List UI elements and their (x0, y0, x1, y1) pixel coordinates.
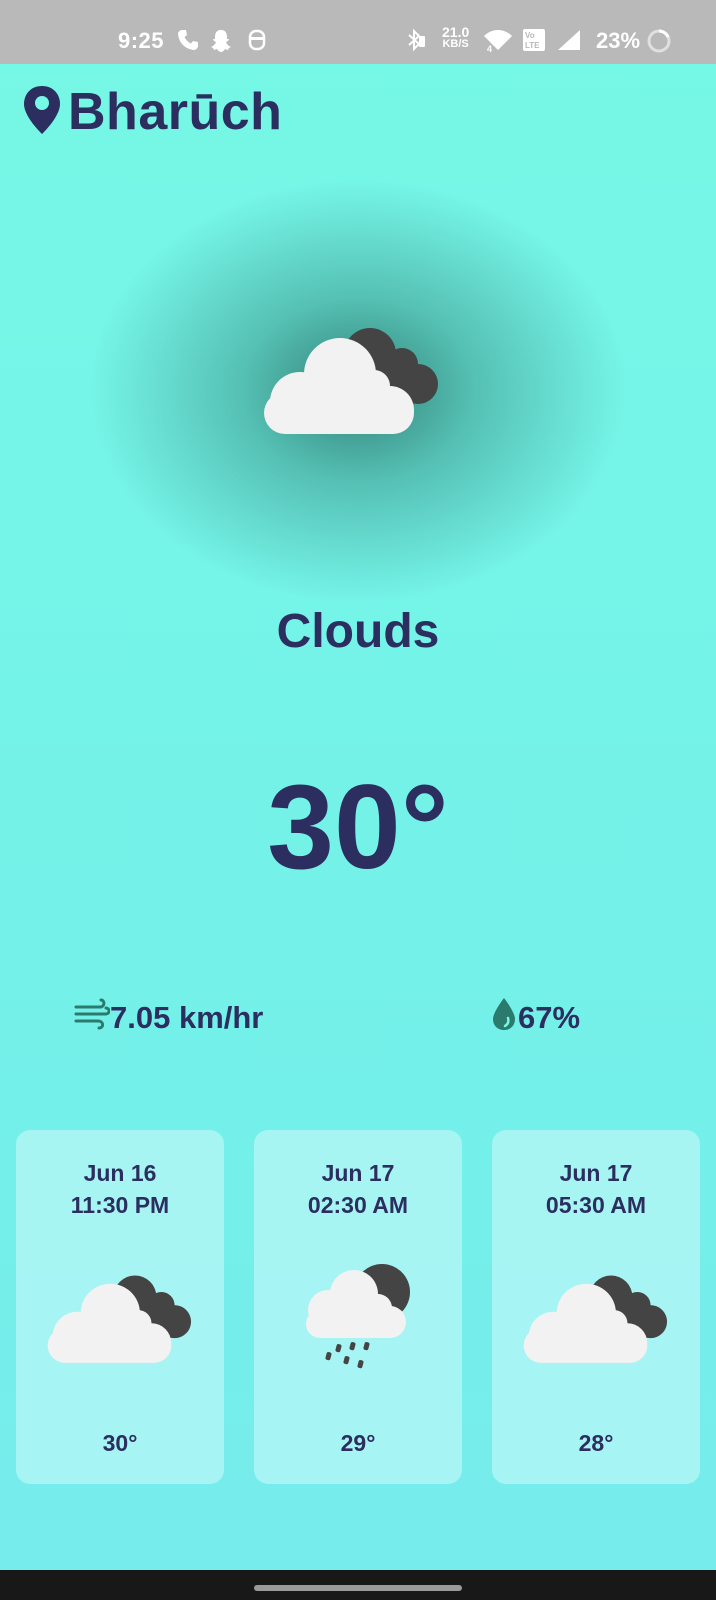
location-header: Bharūch (22, 83, 283, 141)
snapchat-icon (208, 28, 234, 59)
forecast-temp: 29° (340, 1430, 376, 1456)
cloudy-icon (262, 322, 444, 447)
forecast-date: Jun 17 (559, 1160, 633, 1186)
forecast-card[interactable]: Jun 17 05:30 AM 28° (492, 1130, 700, 1484)
svg-text:Vo: Vo (525, 31, 535, 40)
forecast-time: 05:30 AM (545, 1192, 647, 1218)
humidity-value: 67% (518, 1000, 581, 1035)
forecast-time: 11:30 PM (70, 1192, 170, 1218)
screen-recorder-icon (246, 28, 268, 57)
cloudy-icon (522, 1270, 672, 1375)
humidity: 67% (490, 996, 580, 1040)
status-time: 9:25 (118, 28, 165, 53)
status-bar: 9:25 21.0 KB/S 4 Vo LTE 23% (0, 0, 716, 64)
night-rain-icon (304, 1262, 416, 1377)
wind-speed: 7.05 km/hr (74, 996, 263, 1040)
forecast-time: 02:30 AM (307, 1192, 409, 1218)
cloudy-icon (46, 1270, 196, 1375)
forecast-date: Jun 16 (83, 1160, 157, 1186)
forecast-card[interactable]: Jun 16 11:30 PM 30° (16, 1130, 224, 1484)
wind-icon (74, 997, 111, 1039)
bluetooth-icon (404, 28, 426, 57)
water-drop-icon (490, 996, 518, 1040)
network-speed: 21.0 KB/S (442, 24, 470, 50)
svg-text:LTE: LTE (525, 41, 540, 50)
battery-icon (646, 28, 672, 59)
wifi-icon: 4 (482, 28, 514, 57)
city-name: Bharūch (68, 83, 283, 141)
volte-icon: Vo LTE (522, 28, 546, 57)
forecast-date: Jun 17 (321, 1160, 395, 1186)
battery-percent: 23% (596, 28, 641, 53)
current-temperature: 30° (267, 760, 449, 894)
net-speed-unit: KB/S (442, 38, 469, 50)
phone-icon (176, 28, 200, 57)
forecast-temp: 28° (578, 1430, 614, 1456)
weather-condition: Clouds (276, 605, 440, 658)
location-pin-icon (22, 84, 62, 141)
svg-text:4: 4 (487, 44, 492, 52)
net-speed-value: 21.0 (442, 24, 470, 40)
forecast-card[interactable]: Jun 17 02:30 AM 29° (254, 1130, 462, 1484)
signal-icon (556, 28, 582, 57)
forecast-temp: 30° (102, 1430, 138, 1456)
wind-value: 7.05 km/hr (110, 1000, 264, 1035)
home-gesture-handle[interactable] (254, 1585, 462, 1591)
